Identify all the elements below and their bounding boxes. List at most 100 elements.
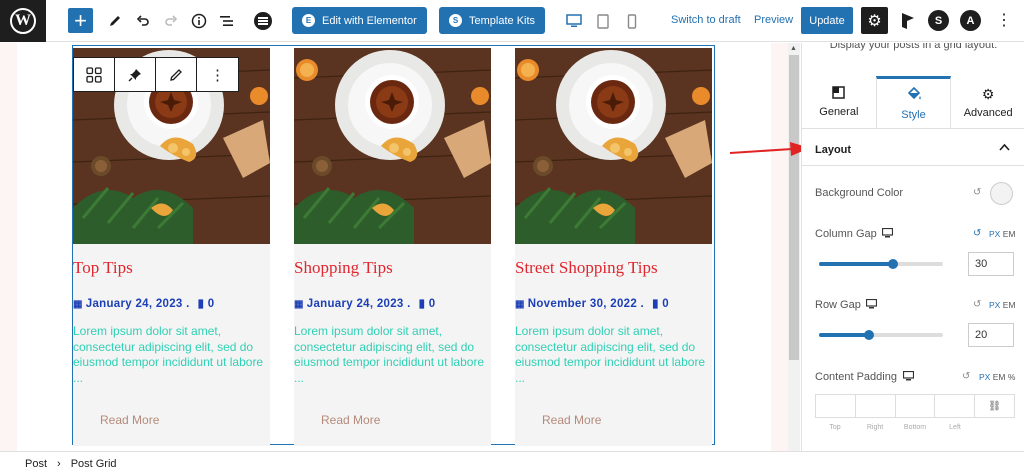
breadcrumb-item-post-grid[interactable]: Post Grid bbox=[71, 458, 117, 470]
unit-px[interactable]: PX bbox=[989, 229, 1000, 239]
reset-icon[interactable]: ↺ bbox=[973, 228, 981, 239]
read-more-link[interactable]: Read More bbox=[542, 413, 601, 427]
comment-icon: ▮ bbox=[418, 298, 426, 310]
add-block-button[interactable]: + bbox=[68, 8, 93, 33]
link-values-icon[interactable]: ⛓ bbox=[974, 394, 1015, 418]
post-title[interactable]: Top Tips bbox=[73, 258, 133, 278]
read-more-link[interactable]: Read More bbox=[100, 413, 159, 427]
column-gap-input[interactable]: 30 bbox=[968, 252, 1014, 276]
unit-switcher[interactable]: PX EM bbox=[989, 229, 1015, 239]
post-card[interactable]: Shopping Tips ▦ January 24, 2023 . ▮ 0 Lor… bbox=[294, 48, 491, 446]
calendar-icon: ▦ bbox=[294, 299, 304, 310]
gear-icon: ⚙ bbox=[981, 85, 995, 102]
post-comment-count: 0 bbox=[662, 298, 669, 310]
elementor-icon: E bbox=[302, 14, 315, 27]
a-plugin-icon[interactable]: A bbox=[960, 10, 981, 31]
paint-bucket-icon bbox=[906, 86, 922, 105]
post-excerpt: Lorem ipsum dolor sit amet, consectetur … bbox=[515, 324, 706, 385]
reset-icon[interactable]: ↺ bbox=[973, 299, 981, 310]
padding-right-input[interactable] bbox=[854, 394, 895, 418]
edit-pencil-icon[interactable] bbox=[156, 58, 197, 91]
template-kits-label: Template Kits bbox=[469, 14, 536, 27]
post-title[interactable]: Street Shopping Tips bbox=[515, 258, 658, 278]
content-padding-label: Content Padding bbox=[815, 371, 897, 383]
update-button[interactable]: Update bbox=[801, 7, 853, 34]
padding-bottom-input[interactable] bbox=[894, 394, 935, 418]
column-gap-slider[interactable] bbox=[819, 259, 943, 269]
column-gap-label: Column Gap bbox=[815, 228, 877, 240]
block-type-icon[interactable] bbox=[74, 58, 115, 91]
desktop-device-icon[interactable] bbox=[865, 298, 878, 312]
slider-fill bbox=[819, 262, 894, 266]
unit-switcher[interactable]: PX EM % bbox=[979, 372, 1015, 382]
unit-percent[interactable]: % bbox=[1008, 372, 1016, 382]
block-options-icon[interactable]: ⋮ bbox=[197, 58, 238, 91]
mobile-preview-icon[interactable] bbox=[623, 12, 641, 30]
settings-gear-icon[interactable]: ⚙ bbox=[861, 7, 888, 34]
desktop-device-icon[interactable] bbox=[902, 370, 915, 384]
undo-icon[interactable] bbox=[132, 10, 154, 32]
edit-with-elementor-button[interactable]: E Edit with Elementor bbox=[292, 7, 427, 34]
reset-icon[interactable]: ↺ bbox=[962, 371, 970, 382]
unit-em[interactable]: EM bbox=[993, 372, 1006, 382]
canvas-scrollbar[interactable]: ▲ bbox=[788, 43, 800, 451]
post-featured-image[interactable] bbox=[515, 48, 712, 244]
chevron-up-icon[interactable] bbox=[999, 140, 1010, 154]
slider-handle[interactable] bbox=[863, 330, 874, 340]
editor-canvas: Top Tips ▦ January 24, 2023 . ▮ 0 Lorem ip… bbox=[0, 43, 800, 451]
breadcrumb-item-post[interactable]: Post bbox=[25, 458, 47, 470]
post-comment-count: 0 bbox=[428, 298, 436, 310]
unit-px[interactable]: PX bbox=[989, 300, 1000, 310]
post-card[interactable]: Top Tips ▦ January 24, 2023 . ▮ 0 Lorem ip… bbox=[73, 48, 270, 446]
padding-bottom-label: Bottom bbox=[903, 424, 927, 431]
stackable-icon[interactable] bbox=[252, 10, 274, 32]
p-plugin-icon[interactable] bbox=[897, 10, 918, 31]
unit-switcher[interactable]: PX EM bbox=[989, 300, 1015, 310]
calendar-icon: ▦ bbox=[73, 299, 83, 310]
block-description: Display your posts in a grid layout. bbox=[829, 43, 998, 51]
scrollbar-thumb[interactable] bbox=[789, 55, 799, 360]
wordpress-logo[interactable]: W bbox=[0, 0, 46, 42]
padding-top-input[interactable] bbox=[815, 394, 855, 418]
info-icon[interactable] bbox=[188, 10, 210, 32]
pin-icon[interactable] bbox=[115, 58, 156, 91]
layout-section-title[interactable]: Layout bbox=[815, 144, 851, 156]
tab-general[interactable]: General bbox=[802, 76, 876, 128]
post-excerpt: Lorem ipsum dolor sit amet, consectetur … bbox=[294, 324, 485, 385]
post-meta: ▦ November 30, 2022 . ▮ 0 bbox=[515, 298, 669, 310]
post-card[interactable]: Street Shopping Tips ▦ November 30, 2022 … bbox=[515, 48, 712, 446]
tablet-preview-icon[interactable] bbox=[594, 12, 612, 30]
desktop-device-icon[interactable] bbox=[881, 227, 894, 241]
row-gap-slider[interactable] bbox=[819, 330, 943, 340]
redo-icon[interactable] bbox=[160, 10, 182, 32]
reset-icon[interactable]: ↺ bbox=[973, 187, 981, 198]
post-title[interactable]: Shopping Tips bbox=[294, 258, 393, 278]
post-date: January 24, 2023 bbox=[85, 298, 183, 310]
read-more-link[interactable]: Read More bbox=[321, 413, 380, 427]
list-view-icon[interactable] bbox=[216, 10, 238, 32]
post-grid-block[interactable]: Top Tips ▦ January 24, 2023 . ▮ 0 Lorem ip… bbox=[72, 45, 715, 446]
settings-tabs: General Style ⚙ Advanced bbox=[802, 76, 1024, 129]
tab-advanced[interactable]: ⚙ Advanced bbox=[951, 76, 1024, 128]
unit-em[interactable]: EM bbox=[1003, 300, 1016, 310]
slider-handle[interactable] bbox=[888, 259, 899, 269]
scroll-up-icon[interactable]: ▲ bbox=[790, 45, 797, 52]
template-kits-button[interactable]: S Template Kits bbox=[439, 7, 546, 34]
s-plugin-icon[interactable]: S bbox=[928, 10, 949, 31]
unit-px[interactable]: PX bbox=[979, 372, 990, 382]
tab-style[interactable]: Style bbox=[875, 76, 952, 128]
more-options-icon[interactable]: ⋮ bbox=[996, 10, 1012, 30]
unit-em[interactable]: EM bbox=[1003, 229, 1016, 239]
post-featured-image[interactable] bbox=[294, 48, 491, 244]
desktop-preview-icon[interactable] bbox=[565, 12, 583, 30]
edit-pencil-icon[interactable] bbox=[104, 10, 126, 32]
padding-left-input[interactable] bbox=[934, 394, 975, 418]
post-comment-count: 0 bbox=[207, 298, 215, 310]
preview-link[interactable]: Preview bbox=[754, 14, 793, 26]
switch-to-draft-link[interactable]: Switch to draft bbox=[671, 14, 741, 26]
row-gap-input[interactable]: 20 bbox=[968, 323, 1014, 347]
post-meta: ▦ January 24, 2023 . ▮ 0 bbox=[73, 298, 215, 310]
comment-icon: ▮ bbox=[197, 298, 205, 310]
background-color-swatch[interactable] bbox=[990, 182, 1013, 205]
page-content: Top Tips ▦ January 24, 2023 . ▮ 0 Lorem ip… bbox=[17, 43, 771, 451]
